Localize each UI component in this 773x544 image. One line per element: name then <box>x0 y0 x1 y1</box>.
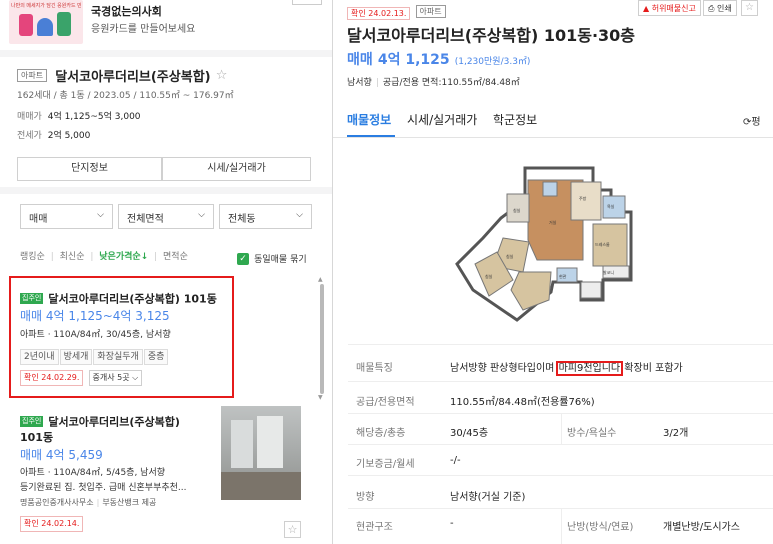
tab-price-history[interactable]: 시세/실거래가 <box>407 111 477 128</box>
banner-ad[interactable]: 나만의 메세지가 담긴 응원카드 만들기 ▶ 국경없는의사회 응원카드를 만들어… <box>0 0 332 50</box>
complex-info-button[interactable]: 단지정보 <box>17 157 162 181</box>
checkbox-checked-icon[interactable]: ✓ <box>237 252 249 265</box>
banner-subtitle: 응원카드를 만들어보세요 <box>91 24 196 35</box>
listing-list: 매매 ⌵ 전체면적 ⌵ 전체동 ⌵ 랭킹순 | 최신순 | 낮은가격순↓ | 면적순 … <box>0 194 332 544</box>
chevron-down-icon: ⌵ <box>296 210 303 220</box>
row-value: 개별난방/도시가스 <box>663 522 740 533</box>
scroll-down-icon[interactable]: ▼ <box>318 394 323 401</box>
detail-panel: 확인 24.02.13. 아파트 ▲ 허위매물신고 ⎙ 인쇄 ☆ 달서코아루더리… <box>333 0 773 544</box>
banner-close-button[interactable] <box>292 0 322 5</box>
tab-listing-info[interactable]: 매물정보 <box>347 111 391 128</box>
siren-icon: ▲ <box>643 4 650 13</box>
pyeong-toggle[interactable]: ⟳평 <box>743 113 761 128</box>
row-label: 방향 <box>356 492 375 503</box>
print-icon: ⎙ <box>708 4 715 13</box>
sale-price-row: 매매가 4억 1,125~5억 3,000 <box>17 112 141 122</box>
owner-tag: 집주인 <box>20 416 44 427</box>
row-label: 난방(방식/연료) <box>567 522 634 533</box>
sort-latest[interactable]: 최신순 <box>60 252 85 262</box>
row-label: 해당층/총층 <box>356 428 406 439</box>
room-label: 침실 <box>485 273 493 279</box>
banner-title: 국경없는의사회 <box>91 5 162 18</box>
jeonse-price-row: 전세가 2억 5,000 <box>17 131 91 141</box>
print-button[interactable]: ⎙ 인쇄 <box>703 0 737 16</box>
row-value: 110.55㎡/84.48㎡(전용률76%) <box>450 397 595 408</box>
room-label: 드레스룸 <box>595 241 610 247</box>
row-value: 30/45층 <box>450 428 489 439</box>
row-value: 3/2개 <box>663 428 689 439</box>
row-label: 현관구조 <box>356 522 393 533</box>
active-tab-indicator <box>347 135 395 137</box>
favorite-star-icon[interactable]: ☆ <box>741 0 758 16</box>
listing-item[interactable]: 집주인 달서코아루더리브(주상복합) 101동 매매 4억 1,125~4억 3… <box>0 276 332 402</box>
room-label: 침실 <box>513 207 521 213</box>
room-label: 현관 <box>559 273 567 279</box>
listing-agency: 명품공인중개사사무소 | 부동산뱅크 제공 <box>20 498 157 507</box>
trade-type-select[interactable]: 매매 ⌵ <box>20 204 113 229</box>
scrollbar[interactable] <box>320 284 324 394</box>
sort-options: 랭킹순 | 최신순 | 낮은가격순↓ | 면적순 <box>20 252 188 262</box>
sort-low-price[interactable]: 낮은가격순↓ <box>99 252 148 262</box>
tab-divider <box>333 137 773 138</box>
chevron-down-icon: ⌵ <box>198 210 205 220</box>
banner-image: 나만의 메세지가 담긴 응원카드 만들기 ▶ <box>9 0 83 44</box>
listing-item[interactable]: 집주인 달서코아루더리브(주상복합) 101동 매매 4억 5,459 아파트 … <box>0 406 332 544</box>
row-label: 매물특징 <box>356 363 393 374</box>
group-same-listing[interactable]: ✓ 동일매물 묶기 <box>237 248 307 267</box>
person-graphic <box>37 18 53 36</box>
area-select[interactable]: 전체면적 ⌵ <box>118 204 214 229</box>
listing-desc: 등기완료된 집. 첫입주. 급매 신혼부부추천... <box>20 483 187 493</box>
room-label: 거실 <box>549 219 557 225</box>
row-label: 공급/전용면적 <box>356 397 415 408</box>
feature-value: 남서방향 판상형타입이며 마피9천입니다 확장비 포함가 <box>450 361 683 376</box>
report-button[interactable]: ▲ 허위매물신고 <box>638 0 701 16</box>
listing-photo[interactable] <box>221 406 301 500</box>
detail-summary: 남서향 | 공급/전용 면적:110.55㎡/84.48㎡ <box>347 78 520 88</box>
room-label: 주방 <box>579 195 587 201</box>
highlight-box: 마피9천입니다 <box>555 361 624 376</box>
highlight-box <box>9 276 234 398</box>
row-value: -/- <box>450 455 461 466</box>
favorite-star-icon[interactable]: ☆ <box>216 68 228 83</box>
row-label: 방수/욕실수 <box>567 428 617 439</box>
confirm-date-badge: 확인 24.02.14. <box>20 516 84 532</box>
sort-ranking[interactable]: 랭킹순 <box>20 252 45 262</box>
tab-school-info[interactable]: 학군정보 <box>493 111 537 128</box>
dong-select[interactable]: 전체동 ⌵ <box>219 204 312 229</box>
detail-price: 매매 4억 1,125 (1,230만원/3.3㎡) <box>347 52 531 68</box>
row-value: 남서향(거실 기준) <box>450 492 526 503</box>
complex-summary: 아파트 달서코아루더리브(주상복합) ☆ 162세대 / 총 1동 / 2023… <box>0 57 332 187</box>
room-label: 발코니 <box>603 269 614 275</box>
chevron-down-icon: ⌵ <box>97 210 104 220</box>
favorite-star-icon[interactable]: ☆ <box>284 521 301 538</box>
complex-info: 162세대 / 총 1동 / 2023.05 / 110.55㎡ ~ 176.9… <box>17 91 234 101</box>
room-label: 욕실 <box>607 203 615 209</box>
card-graphic <box>19 14 33 36</box>
listing-spec: 아파트 · 110A/84㎡, 5/45층, 남서향 <box>20 468 166 478</box>
confirm-date-badge: 확인 24.02.13. <box>347 7 411 20</box>
complex-name: 달서코아루더리브(주상복합) <box>55 70 211 85</box>
detail-title: 달서코아루더리브(주상복합) 101동·30층 <box>347 26 636 45</box>
price-history-button[interactable]: 시세/실거래가 <box>162 157 311 181</box>
row-label: 기보증금/월세 <box>356 459 415 470</box>
floor-plan[interactable]: 침실 침실 침실 거실 주방 발코니 욕실 드레스룸 현관 <box>453 160 653 325</box>
sort-area[interactable]: 면적순 <box>163 252 188 262</box>
card-graphic <box>57 12 71 36</box>
listing-title: 달서코아루더리브(주상복합) <box>48 415 180 429</box>
type-tag: 아파트 <box>415 5 446 18</box>
listing-panel: 나만의 메세지가 담긴 응원카드 만들기 ▶ 국경없는의사회 응원카드를 만들어… <box>0 0 333 544</box>
listing-price: 매매 4억 5,459 <box>20 448 103 462</box>
scroll-up-icon[interactable]: ▲ <box>318 276 323 283</box>
type-tag: 아파트 <box>17 69 48 82</box>
room-label: 침실 <box>506 253 514 259</box>
row-value: - <box>450 518 454 529</box>
